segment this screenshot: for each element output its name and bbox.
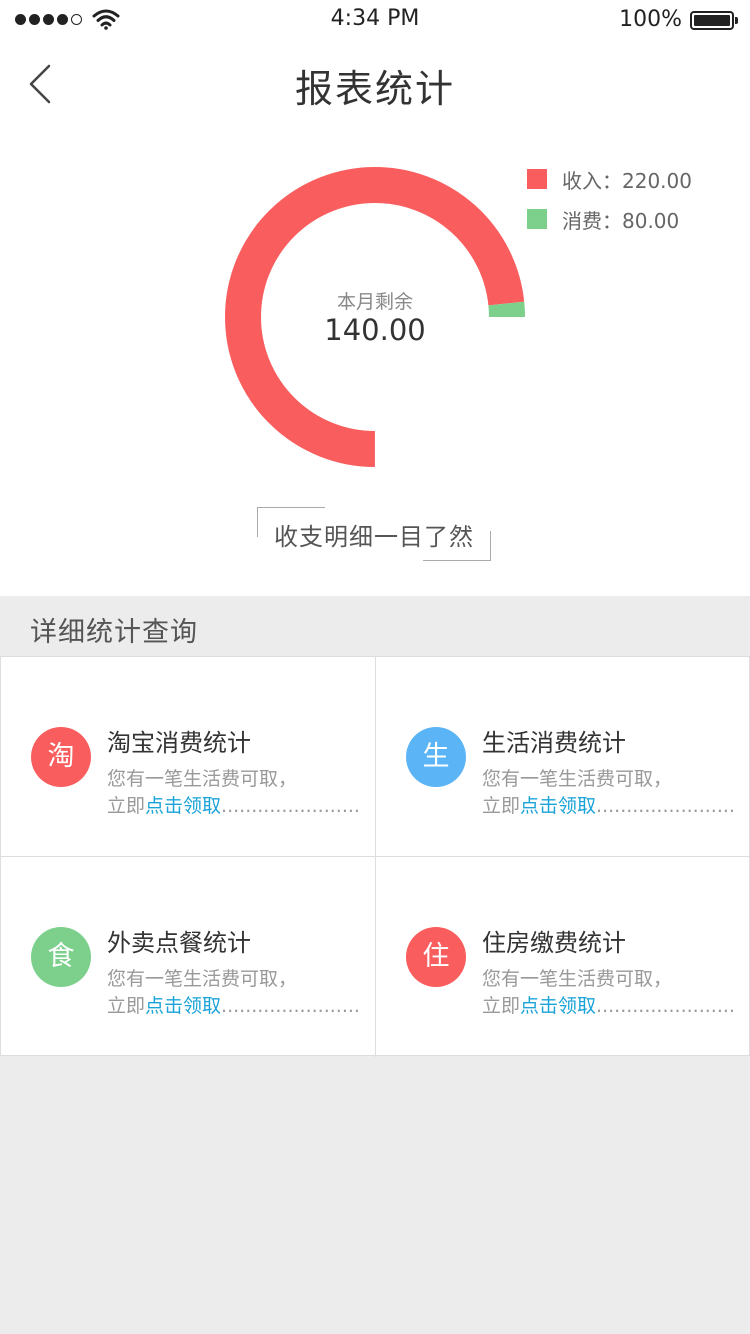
- caption-text: 收支明细一目了然: [274, 523, 474, 551]
- card-desc: 您有一笔生活费可取，: [107, 968, 298, 990]
- remaining-value: 140.00: [324, 313, 426, 347]
- battery-percent: 100%: [619, 7, 682, 32]
- card-title: 淘宝消费统计: [107, 729, 251, 757]
- taobao-badge-icon: 淘: [31, 727, 91, 787]
- card-title: 外卖点餐统计: [107, 929, 251, 957]
- legend-label-expense: 消费：80.00: [562, 208, 680, 233]
- card-desc: 您有一笔生活费可取，: [482, 968, 673, 990]
- battery-tip: [735, 17, 738, 24]
- card-desc-line2: 立即点击领取..................................…: [107, 791, 361, 818]
- legend-swatch-expense: [527, 209, 547, 229]
- status-bar: 4:34 PM 100%: [0, 0, 750, 40]
- card-desc-line2: 立即点击领取..................................…: [482, 791, 736, 818]
- legend-label-income: 收入：220.00: [562, 168, 692, 193]
- legend-item-income: 收入：220.00: [527, 166, 692, 193]
- card-desc-prefix: 立即: [482, 795, 521, 817]
- card-desc-line2: 立即点击领取..................................…: [107, 991, 361, 1018]
- card-desc-line2: 立即点击领取..................................…: [482, 991, 736, 1018]
- chart-legend: 收入：220.00 消费：80.00: [527, 166, 692, 246]
- living-badge-icon: 生: [406, 727, 466, 787]
- page-title: 报表统计: [294, 67, 455, 111]
- claim-link[interactable]: 点击领取: [145, 995, 221, 1017]
- battery-icon: [690, 11, 734, 30]
- card-desc-prefix: 立即: [107, 795, 146, 817]
- stats-grid: 淘 淘宝消费统计 您有一笔生活费可取， 立即点击领取..............…: [0, 656, 750, 1057]
- card-housing[interactable]: 住 住房缴费统计 您有一笔生活费可取， 立即点击领取..............…: [376, 857, 750, 1057]
- card-dots: ......................................: [221, 995, 361, 1017]
- card-taobao[interactable]: 淘 淘宝消费统计 您有一笔生活费可取， 立即点击领取..............…: [1, 657, 376, 857]
- caption-frame: 收支明细一目了然: [257, 507, 491, 561]
- legend-item-expense: 消费：80.00: [527, 206, 692, 233]
- card-title: 生活消费统计: [482, 729, 626, 757]
- card-dots: ......................................: [596, 995, 736, 1017]
- claim-link[interactable]: 点击领取: [520, 795, 596, 817]
- card-dots: ......................................: [221, 795, 361, 817]
- card-desc: 您有一笔生活费可取，: [107, 768, 298, 790]
- card-desc-prefix: 立即: [107, 995, 146, 1017]
- card-dots: ......................................: [596, 795, 736, 817]
- card-food[interactable]: 食 外卖点餐统计 您有一笔生活费可取， 立即点击领取..............…: [1, 857, 376, 1057]
- section-title: 详细统计查询: [30, 617, 198, 648]
- card-living[interactable]: 生 生活消费统计 您有一笔生活费可取， 立即点击领取..............…: [376, 657, 750, 857]
- card-desc: 您有一笔生活费可取，: [482, 768, 673, 790]
- remaining-label: 本月剩余: [336, 291, 413, 313]
- legend-swatch-income: [527, 169, 547, 189]
- claim-link[interactable]: 点击领取: [520, 995, 596, 1017]
- housing-badge-icon: 住: [406, 927, 466, 987]
- food-badge-icon: 食: [31, 927, 91, 987]
- claim-link[interactable]: 点击领取: [145, 795, 221, 817]
- card-title: 住房缴费统计: [482, 929, 626, 957]
- card-desc-prefix: 立即: [482, 995, 521, 1017]
